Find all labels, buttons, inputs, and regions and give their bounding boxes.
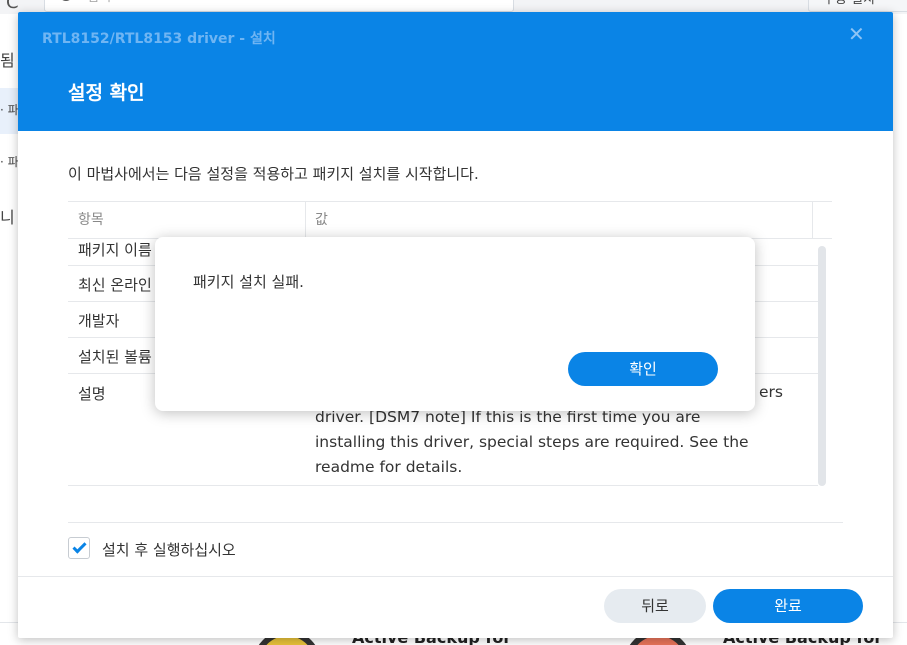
refresh-icon[interactable]: C xyxy=(6,0,19,13)
dialog-header: RTL8152/RTL8153 driver - 설치 ✕ 설정 확인 xyxy=(18,12,893,131)
alert-message: 패키지 설치 실패. xyxy=(193,273,304,291)
footer-divider xyxy=(18,576,893,577)
run-after-install-label[interactable]: 설치 후 실행하십시오 xyxy=(102,539,236,560)
search-icon xyxy=(59,0,73,1)
value-line: readme for details. xyxy=(315,458,463,476)
column-divider[interactable] xyxy=(305,202,306,238)
table-scrollbar[interactable] xyxy=(818,246,826,486)
column-header-value[interactable]: 값 xyxy=(315,202,328,238)
row-key: 설치된 볼륨 xyxy=(78,348,152,366)
row-key: 개발자 xyxy=(78,312,120,330)
close-icon[interactable]: ✕ xyxy=(848,24,865,44)
manual-install-button[interactable]: 수동 설치 xyxy=(808,0,907,12)
ok-button[interactable]: 확인 xyxy=(568,352,718,386)
divider xyxy=(68,522,843,523)
row-key: 패키지 이름 xyxy=(78,241,152,259)
wizard-description: 이 마법사에서는 다음 설정을 적용하고 패키지 설치를 시작합니다. xyxy=(68,165,479,183)
sidebar-item[interactable]: · 파 xyxy=(0,153,19,170)
back-button[interactable]: 뒤로 xyxy=(604,589,706,623)
row-key: 최신 온라인 xyxy=(78,276,152,294)
row-key: 설명 xyxy=(78,385,106,403)
column-header-item[interactable]: 항목 xyxy=(78,202,104,238)
search-placeholder: 검색 xyxy=(87,0,111,5)
run-after-install-checkbox[interactable] xyxy=(68,537,90,559)
dialog-title: RTL8152/RTL8153 driver - 설치 xyxy=(42,31,276,47)
step-title: 설정 확인 xyxy=(68,82,145,104)
sidebar-item[interactable]: 됨 xyxy=(0,47,15,71)
value-line: installing this driver, special steps ar… xyxy=(315,433,749,451)
done-button[interactable]: 완료 xyxy=(713,589,863,623)
sidebar-item[interactable]: · 파 xyxy=(0,101,19,118)
error-alert-dialog: 패키지 설치 실패. 확인 xyxy=(155,237,755,411)
search-input[interactable]: 검색 xyxy=(44,0,514,12)
sidebar-item[interactable]: 니 xyxy=(0,204,15,228)
column-divider[interactable] xyxy=(812,202,813,238)
check-icon xyxy=(72,539,87,554)
